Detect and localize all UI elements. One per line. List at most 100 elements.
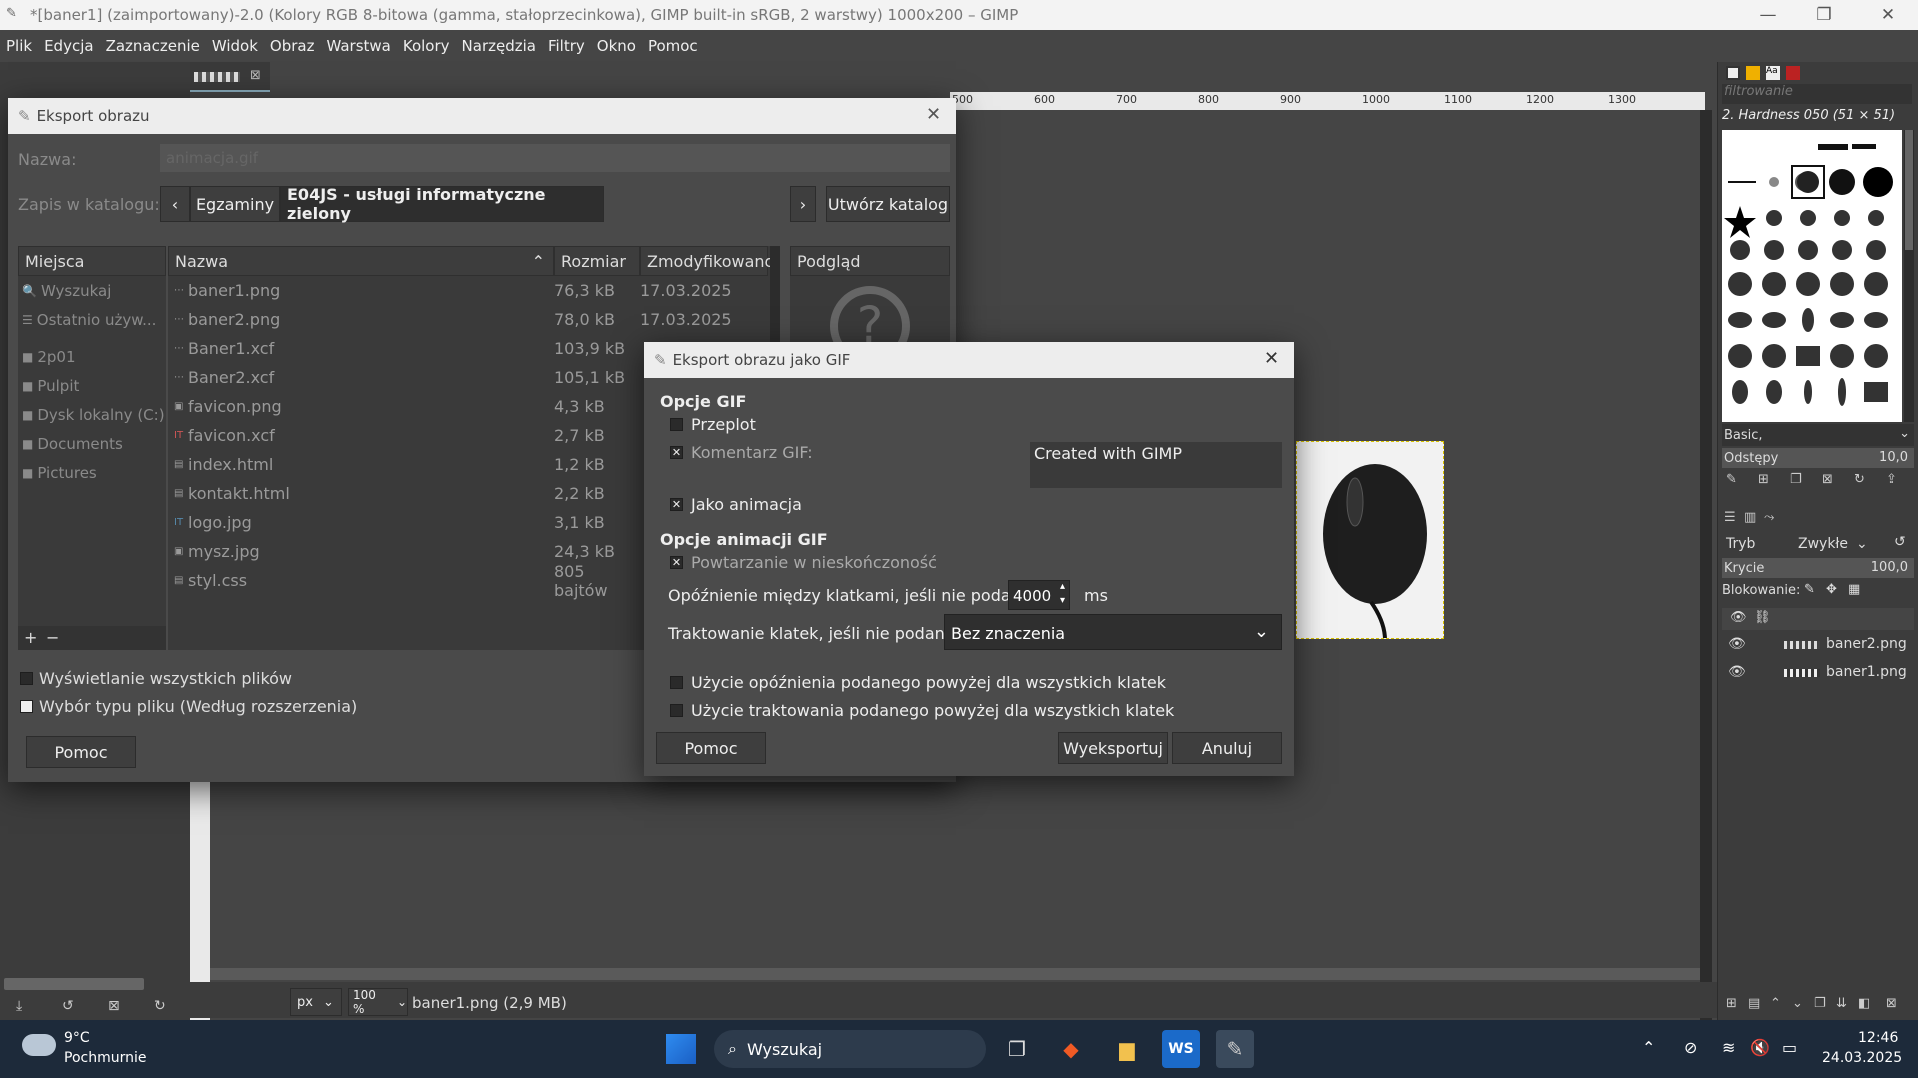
unit-select[interactable]: px ⌄ [290, 988, 342, 1016]
file-row[interactable]: ⋯ baner1.png 76,3 kB 17.03.2025 [168, 276, 768, 305]
mode-select[interactable]: Zwykłe ⌄ [1798, 532, 1888, 556]
start-button[interactable] [666, 1034, 696, 1064]
spacing-slider[interactable]: Odstępy 10,0 [1722, 448, 1914, 468]
raise-layer-icon[interactable]: ⌃ [1770, 996, 1781, 1011]
menu-zaznaczenie[interactable]: Zaznaczenie [106, 37, 200, 55]
layer-row[interactable]: 👁 baner1.png [1722, 660, 1914, 686]
tab-close-icon[interactable]: ⊠ [250, 68, 261, 83]
as-animation-checkbox[interactable]: ✕ [670, 498, 683, 511]
use-disposal-all-checkbox[interactable] [670, 704, 683, 717]
minimize-button[interactable]: — [1740, 0, 1796, 30]
as-animation-option[interactable]: ✕ Jako animacja [670, 490, 802, 519]
file-row[interactable]: ⋯ baner2.png 78,0 kB 17.03.2025 [168, 305, 768, 334]
file-explorer-icon[interactable]: ▆ [1108, 1030, 1146, 1068]
brush-preset-select[interactable]: Basic, ⌄ [1722, 424, 1914, 446]
brush-grid[interactable] [1722, 130, 1902, 422]
brave-icon[interactable]: ◆ [1052, 1030, 1090, 1068]
spin-down-icon[interactable]: ▾ [1060, 595, 1065, 606]
lower-layer-icon[interactable]: ⌄ [1792, 996, 1803, 1011]
column-size[interactable]: Rozmiar [554, 246, 640, 276]
place-item[interactable]: ■ Documents [22, 429, 123, 458]
mask-layer-icon[interactable]: ◧ [1858, 996, 1870, 1011]
add-place-button[interactable]: + [24, 628, 37, 647]
delete-preset-icon[interactable]: ⊠ [108, 998, 120, 1014]
merge-layer-icon[interactable]: ⇊ [1836, 996, 1847, 1011]
menu-warstwa[interactable]: Warstwa [326, 37, 390, 55]
file-type-option[interactable]: • Wybór typu pliku (Według rozszerzenia) [20, 692, 357, 721]
name-input[interactable]: animacja.gif [160, 144, 950, 172]
reset-preset-icon[interactable]: ↻ [154, 998, 166, 1014]
loop-option[interactable]: ✕ Powtarzanie w nieskończoność [670, 548, 937, 577]
image-tab[interactable]: ⊠ [190, 62, 270, 92]
new-group-icon[interactable]: ▤ [1748, 996, 1760, 1011]
create-folder-button[interactable]: Utwórz katalog [826, 186, 950, 222]
comment-option[interactable]: ✕ Komentarz GIF: [670, 438, 813, 467]
menu-okno[interactable]: Okno [597, 37, 636, 55]
layers-tab-icon[interactable]: ☰ [1724, 510, 1736, 525]
cancel-button[interactable]: Anuluj [1172, 732, 1282, 764]
interlace-option[interactable]: Przeplot [670, 410, 756, 439]
paths-tab-icon[interactable]: ⤳ [1764, 510, 1774, 525]
menu-filtry[interactable]: Filtry [548, 37, 585, 55]
lock-alpha-icon[interactable]: ▦ [1848, 582, 1860, 597]
place-item[interactable]: ■ Pulpit [22, 371, 79, 400]
menu-narzedzia[interactable]: Narzędzia [462, 37, 536, 55]
path-forward-button[interactable]: › [790, 186, 816, 222]
visibility-eye-icon[interactable]: 👁 [1728, 636, 1746, 652]
webstorm-icon[interactable]: WS [1162, 1030, 1200, 1068]
tray-overflow-icon[interactable]: ⌃ [1642, 1038, 1655, 1057]
place-item[interactable]: ■ 2p01 [22, 342, 76, 371]
toolbox-scrollbar[interactable] [4, 978, 144, 990]
use-delay-all-option[interactable]: Użycie opóźnienia podanego powyżej dla w… [670, 668, 1166, 697]
path-back-button[interactable]: ‹ [160, 186, 190, 222]
file-type-expander[interactable]: • [20, 700, 33, 713]
network-off-icon[interactable]: ⊘ [1684, 1038, 1697, 1057]
lock-pixels-icon[interactable]: ✎ [1804, 582, 1815, 597]
brush-grid-scrollbar[interactable] [1904, 130, 1914, 422]
place-item[interactable]: ■ Pictures [22, 458, 97, 487]
duplicate-brush-icon[interactable]: ❐ [1790, 472, 1802, 487]
brushes-tab-icon[interactable] [1726, 66, 1740, 80]
horizontal-scrollbar[interactable] [210, 968, 1700, 980]
new-brush-icon[interactable]: ⊞ [1758, 472, 1769, 487]
clock-date[interactable]: 24.03.2025 [1822, 1050, 1902, 1066]
comment-textarea[interactable]: Created with GIMP [1030, 442, 1282, 488]
patterns-tab-icon[interactable] [1746, 66, 1760, 80]
canvas-image[interactable] [1296, 441, 1444, 639]
new-layer-icon[interactable]: ⊞ [1726, 996, 1737, 1011]
open-brush-icon[interactable]: ⇪ [1886, 472, 1897, 487]
column-modified[interactable]: Zmodyfikowano [640, 246, 774, 276]
interlace-checkbox[interactable] [670, 418, 683, 431]
comment-checkbox[interactable]: ✕ [670, 446, 683, 459]
channels-tab-icon[interactable]: ▥ [1744, 510, 1756, 525]
remove-place-button[interactable]: − [46, 628, 59, 647]
battery-icon[interactable]: ▭ [1782, 1038, 1797, 1057]
mode-reset-icon[interactable]: ↺ [1894, 534, 1906, 550]
use-delay-all-checkbox[interactable] [670, 676, 683, 689]
clock-time[interactable]: 12:46 [1858, 1030, 1898, 1046]
save-preset-icon[interactable]: ⤓ [16, 998, 22, 1014]
column-name[interactable]: Nazwa ⌃ [168, 246, 554, 276]
loop-checkbox[interactable]: ✕ [670, 556, 683, 569]
restore-preset-icon[interactable]: ↺ [62, 998, 74, 1014]
menu-widok[interactable]: Widok [212, 37, 258, 55]
path-segment-egzaminy[interactable]: Egzaminy [190, 186, 280, 222]
layer-row[interactable]: 👁 baner2.png [1722, 632, 1914, 658]
wifi-icon[interactable]: ≋ [1722, 1038, 1735, 1057]
task-view-icon[interactable]: ❐ [998, 1030, 1036, 1068]
brush-grid-scroll-thumb[interactable] [1905, 130, 1913, 250]
opacity-slider[interactable]: Krycie 100,0 [1722, 558, 1914, 578]
menu-kolory[interactable]: Kolory [403, 37, 450, 55]
export-dialog-close-icon[interactable]: ✕ [926, 104, 941, 125]
menu-plik[interactable]: Plik [6, 37, 32, 55]
restore-button[interactable]: ❐ [1796, 0, 1852, 30]
place-item[interactable]: ■ Dysk lokalny (C:) [22, 400, 165, 429]
visibility-eye-icon[interactable]: 👁 [1728, 664, 1746, 680]
export-button[interactable]: Wyeksportuj [1058, 732, 1168, 764]
path-segment-current[interactable]: E04JS - usługi informatyczne zielony [280, 185, 604, 223]
zoom-select[interactable]: 100 % ⌄ [348, 988, 408, 1016]
place-item[interactable]: 🔍 Wyszukaj [22, 276, 111, 305]
brush-filter[interactable]: filtrowanie [1722, 84, 1912, 104]
show-all-files-option[interactable]: Wyświetlanie wszystkich plików [20, 664, 292, 693]
disposal-select[interactable]: Bez znaczenia ⌄ [944, 614, 1282, 650]
